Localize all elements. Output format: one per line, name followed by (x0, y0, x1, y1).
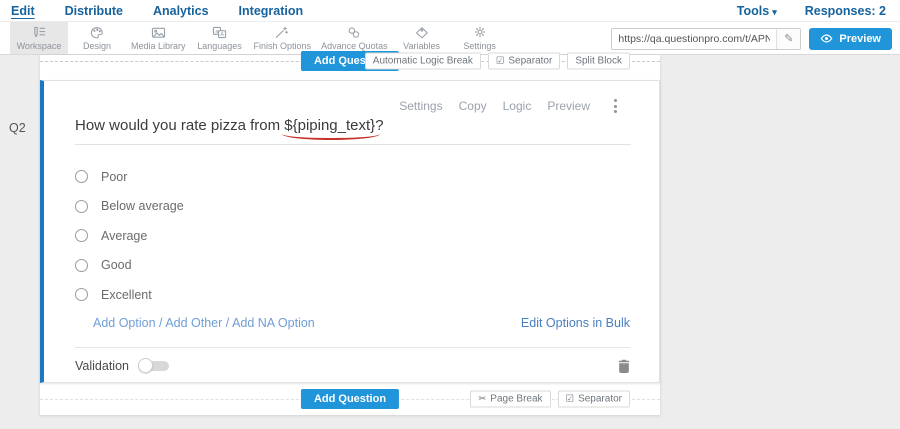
pencil-icon: ✎ (784, 32, 793, 45)
responses-link[interactable]: Responses: 2 (805, 4, 886, 18)
toolbar-label: Design (83, 41, 111, 51)
toolbar-label: Workspace (17, 41, 62, 51)
toolbar-item-design[interactable]: Design (68, 22, 126, 54)
question-text-field[interactable]: How would you rate pizza from ${piping_t… (75, 117, 631, 145)
question-preview-link[interactable]: Preview (547, 99, 590, 113)
preview-button[interactable]: Preview (809, 28, 892, 50)
gear-icon (473, 25, 487, 39)
question-actions: Settings Copy Logic Preview (399, 97, 619, 115)
checkbox-icon: ☑ (566, 394, 575, 404)
option-label[interactable]: Good (101, 258, 132, 272)
top-nav-right: Tools▾ Responses: 2 (737, 4, 886, 18)
palette-icon (90, 25, 104, 39)
question-card: Settings Copy Logic Preview How would yo… (40, 80, 660, 383)
chain-links-icon (347, 25, 361, 39)
toolbar-label: Advance Quotas (321, 41, 388, 51)
automatic-logic-break-button[interactable]: Automatic Logic Break (365, 53, 481, 70)
split-block-button[interactable]: Split Block (567, 53, 630, 70)
svg-text:A: A (220, 32, 224, 38)
answer-option-row: Average (75, 221, 184, 251)
validation-group: Validation (75, 358, 169, 373)
toolbar-item-advance-quotas[interactable]: Advance Quotas (316, 22, 393, 54)
checkbox-icon: ☑ (496, 56, 505, 66)
radio-button[interactable] (75, 200, 88, 213)
validation-row: Validation (75, 347, 630, 383)
toolbar-item-workspace[interactable]: Workspace (10, 22, 68, 54)
add-other-link[interactable]: Add Other (165, 316, 222, 330)
toolbar-item-settings[interactable]: Settings (451, 22, 509, 54)
add-na-option-link[interactable]: Add NA Option (232, 316, 315, 330)
answer-option-row: Excellent (75, 280, 184, 310)
nav-tab-integration[interactable]: Integration (239, 4, 304, 18)
radio-button[interactable] (75, 170, 88, 183)
option-label[interactable]: Poor (101, 170, 127, 184)
toolbar-item-languages[interactable]: aA Languages (191, 22, 249, 54)
radio-button[interactable] (75, 259, 88, 272)
answer-options-list: Poor Below average Average Good Excellen… (75, 162, 184, 310)
magic-wand-icon (275, 25, 289, 39)
page-break-button[interactable]: ✂Page Break (470, 391, 550, 408)
question-copy-link[interactable]: Copy (459, 99, 487, 113)
tag-icon (415, 25, 429, 39)
toolbar-right-group: ✎ Preview (611, 22, 892, 55)
delete-question-button[interactable] (618, 359, 630, 373)
toolbar-item-finish-options[interactable]: Finish Options (249, 22, 317, 54)
radio-button[interactable] (75, 229, 88, 242)
insert-bottom-actions: ✂Page Break ☑Separator (470, 391, 630, 408)
question-number: Q2 (9, 121, 26, 135)
insert-top-actions: Automatic Logic Break ☑Separator Split B… (365, 53, 630, 70)
survey-url-box: ✎ (611, 28, 801, 50)
question-logic-link[interactable]: Logic (503, 99, 532, 113)
option-label[interactable]: Average (101, 229, 147, 243)
answer-option-row: Good (75, 251, 184, 281)
toolbar-item-variables[interactable]: Variables (393, 22, 451, 54)
question-settings-link[interactable]: Settings (399, 99, 442, 113)
toolbar-label: Variables (403, 41, 440, 51)
scissors-icon: ✂ (478, 394, 486, 404)
edit-url-button[interactable]: ✎ (776, 29, 800, 49)
option-add-links: Add Option / Add Other / Add NA Option (93, 316, 315, 330)
kebab-menu-icon[interactable] (612, 97, 619, 115)
toolbar-label: Media Library (131, 41, 186, 51)
answer-option-row: Poor (75, 162, 184, 192)
preview-button-label: Preview (839, 33, 881, 45)
option-links-row: Add Option / Add Other / Add NA Option E… (93, 316, 630, 330)
toggle-knob (138, 358, 153, 373)
eye-icon (820, 34, 833, 43)
toolbar-label: Languages (197, 41, 242, 51)
toolbar-item-media-library[interactable]: Media Library (126, 22, 191, 54)
nav-tab-edit[interactable]: Edit (11, 4, 35, 18)
radio-button[interactable] (75, 288, 88, 301)
toolbar-label: Settings (463, 41, 496, 51)
image-icon (151, 25, 166, 39)
question-text-prefix: How would you rate pizza from (75, 117, 284, 134)
separator-button-bottom[interactable]: ☑Separator (558, 391, 630, 408)
nav-tab-analytics[interactable]: Analytics (153, 4, 209, 18)
option-label[interactable]: Excellent (101, 288, 152, 302)
add-option-link[interactable]: Add Option (93, 316, 156, 330)
option-label[interactable]: Below average (101, 199, 184, 213)
tools-menu[interactable]: Tools▾ (737, 4, 777, 18)
top-nav: Edit Distribute Analytics Integration To… (0, 0, 900, 22)
top-nav-left: Edit Distribute Analytics Integration (11, 4, 303, 18)
nav-tab-distribute[interactable]: Distribute (65, 4, 123, 18)
chevron-down-icon: ▾ (772, 7, 777, 17)
validation-toggle[interactable] (138, 358, 169, 373)
translate-icon: aA (212, 25, 227, 39)
edit-options-in-bulk-link[interactable]: Edit Options in Bulk (521, 316, 630, 330)
trash-icon (618, 359, 630, 373)
piping-token: ${piping_text} (284, 117, 375, 134)
workspace-icon (32, 25, 47, 39)
answer-option-row: Below average (75, 192, 184, 222)
toolbar-label: Finish Options (254, 41, 312, 51)
validation-label: Validation (75, 359, 129, 373)
editor-toolbar: Workspace Design Media Library aA Langua… (0, 22, 900, 55)
survey-url-input[interactable] (612, 29, 776, 49)
survey-block-panel: Add Question Automatic Logic Break ☑Sepa… (40, 55, 660, 415)
separator-button-top[interactable]: ☑Separator (488, 53, 560, 70)
survey-workspace: Q2 Add Question Automatic Logic Break ☑S… (0, 55, 900, 429)
add-question-button-bottom[interactable]: Add Question (301, 389, 399, 409)
